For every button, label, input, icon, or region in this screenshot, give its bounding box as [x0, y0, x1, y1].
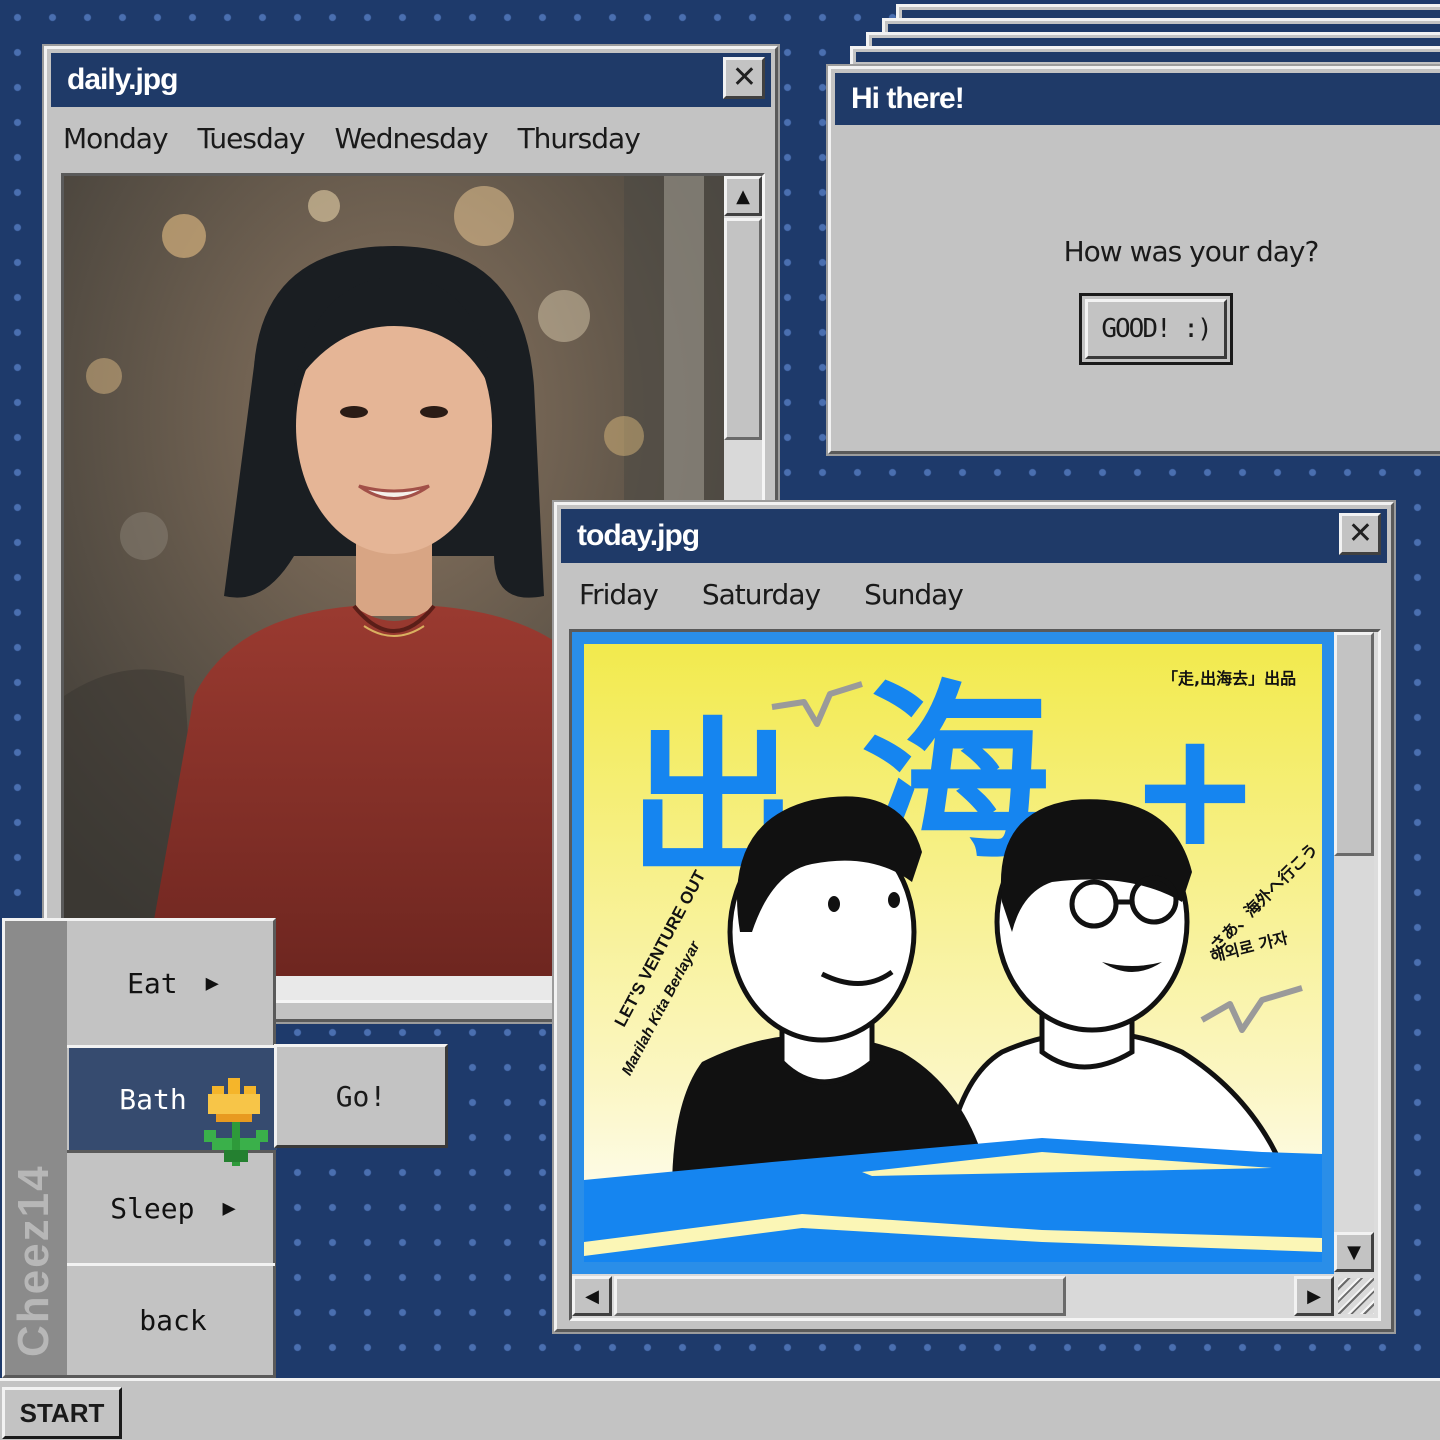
daily-scroll-up-button[interactable]: ▲: [724, 176, 762, 216]
menu-item-label: Eat: [127, 966, 178, 1000]
close-icon: ✕: [1347, 516, 1373, 551]
scroll-up-icon: ▲: [736, 185, 750, 207]
menu-item-label: Bath: [119, 1082, 187, 1116]
menu-item-label: back: [139, 1303, 207, 1337]
today-close-button[interactable]: ✕: [1339, 513, 1381, 555]
menu-item-label: Sleep: [110, 1191, 195, 1225]
daily-title: daily.jpg: [67, 63, 178, 96]
scroll-down-icon: ▼: [1347, 1241, 1361, 1263]
daily-close-button[interactable]: ✕: [723, 57, 765, 99]
go-button[interactable]: Go!: [274, 1044, 448, 1148]
today-scroll-right-button[interactable]: ▶: [1294, 1276, 1334, 1316]
today-menubar: Friday Saturday Sunday: [561, 565, 1387, 623]
menu-friday[interactable]: Friday: [579, 578, 659, 611]
dialog-window: Hi there! How was your day? GOOD! :): [828, 66, 1440, 454]
today-titlebar[interactable]: today.jpg ✕: [561, 509, 1387, 563]
today-vertical-scrollbar[interactable]: ▼: [1334, 632, 1374, 1274]
today-window: today.jpg ✕ Friday Saturday Sunday 出 海 +…: [554, 502, 1394, 1332]
today-title: today.jpg: [577, 519, 700, 552]
close-icon: ✕: [731, 60, 757, 95]
submenu-arrow-icon: ▶: [205, 970, 219, 996]
daily-menubar: Monday Tuesday Wednesday Thursday: [51, 109, 771, 167]
menu-tuesday[interactable]: Tuesday: [198, 122, 306, 155]
daily-scroll-thumb[interactable]: [724, 218, 762, 440]
daily-titlebar[interactable]: daily.jpg ✕: [51, 53, 771, 107]
start-menu-brand: Cheez14: [9, 1164, 58, 1357]
start-menu-sidebar: Cheez14: [5, 921, 67, 1375]
today-scroll-left-button[interactable]: ◀: [572, 1276, 612, 1316]
today-scroll-thumb[interactable]: [1334, 632, 1374, 856]
resize-grip-icon[interactable]: [1338, 1278, 1374, 1314]
menu-saturday[interactable]: Saturday: [702, 578, 821, 611]
menu-thursday[interactable]: Thursday: [518, 122, 641, 155]
go-button-label: Go!: [335, 1079, 387, 1113]
scroll-left-icon: ◀: [585, 1285, 599, 1307]
good-button[interactable]: GOOD! :): [1079, 293, 1233, 365]
menu-wednesday[interactable]: Wednesday: [334, 122, 488, 155]
today-horizontal-scrollbar[interactable]: ◀ ▶: [572, 1274, 1334, 1318]
dialog-message: How was your day?: [1063, 235, 1320, 268]
start-menu-item-eat[interactable]: Eat ▶: [69, 921, 277, 1045]
menu-monday[interactable]: Monday: [63, 122, 169, 155]
today-image-pane: 出 海 + 「走,出海去」出品 LET'S VENTURE OUT Marila…: [569, 629, 1381, 1321]
tulip-cursor-icon: [204, 1078, 268, 1166]
today-scroll-down-button[interactable]: ▼: [1334, 1232, 1374, 1272]
submenu-arrow-icon: ▶: [222, 1195, 236, 1221]
poster-artwork: 出 海 + 「走,出海去」出品 LET'S VENTURE OUT Marila…: [572, 632, 1334, 1274]
start-menu-item-back[interactable]: back: [69, 1266, 277, 1374]
scroll-right-icon: ▶: [1307, 1285, 1321, 1307]
taskbar: START: [0, 1378, 1440, 1440]
menu-sunday[interactable]: Sunday: [864, 578, 964, 611]
poster-tag: 「走,出海去」出品: [1162, 669, 1296, 688]
start-button[interactable]: START: [2, 1387, 122, 1439]
start-button-label: START: [19, 1397, 105, 1428]
dialog-title: Hi there!: [851, 82, 965, 115]
today-hscroll-thumb[interactable]: [614, 1276, 1066, 1316]
dialog-titlebar[interactable]: Hi there!: [835, 73, 1440, 125]
good-button-label: GOOD! :): [1101, 314, 1212, 344]
